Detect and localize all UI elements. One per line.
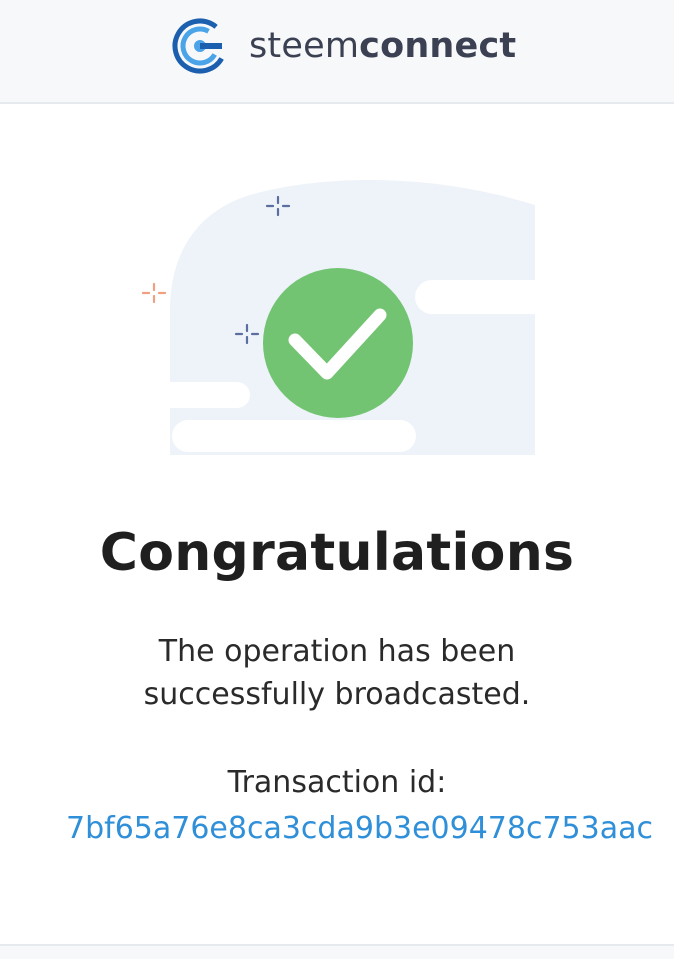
cloud-bar-left-2 (172, 420, 416, 452)
header: steemconnect (0, 0, 674, 104)
cloud-bar-right (415, 280, 550, 314)
page-title: Congratulations (99, 523, 575, 583)
transaction-id-link[interactable]: 7bf65a76e8ca3cda9b3e09478c753aac (66, 808, 674, 850)
success-message: The operation has been successfully broa… (143, 634, 531, 712)
brand-suffix: connect (359, 26, 517, 66)
steemconnect-logo-icon (172, 18, 228, 74)
sparkle-icon (141, 282, 167, 304)
success-illustration (141, 180, 550, 455)
transaction-label: Transaction id: (227, 765, 447, 800)
check-circle-icon (263, 268, 413, 418)
cloud-bar-left-1 (150, 382, 250, 408)
footer-divider (0, 944, 674, 959)
brand-name[interactable]: steemconnect (249, 25, 516, 67)
brand-prefix: steem (249, 26, 360, 66)
